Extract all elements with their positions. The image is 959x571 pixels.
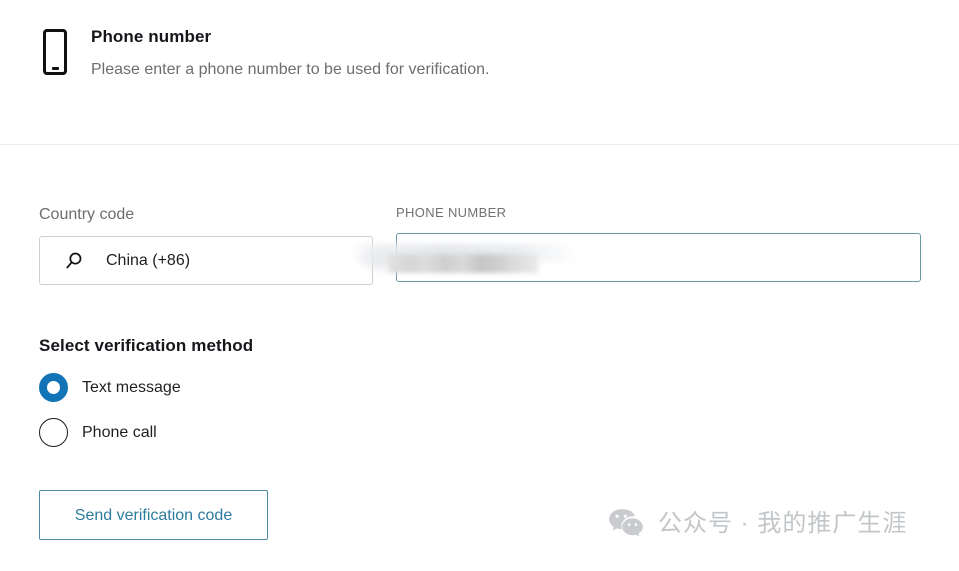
radio-label-phone-call: Phone call — [82, 423, 157, 441]
watermark: 公众号 · 我的推广生涯 — [608, 508, 907, 540]
fields-row: Country code China (+86) PHONE NUMBER — [39, 205, 929, 305]
verification-method-section: Select verification method Text message … — [39, 335, 253, 447]
country-code-field-group: Country code China (+86) — [39, 205, 373, 285]
mobile-phone-icon — [40, 29, 70, 75]
phone-icon-home-button — [52, 67, 59, 70]
phone-number-field-group: PHONE NUMBER — [350, 205, 921, 282]
radio-button-text-message[interactable] — [39, 373, 68, 402]
redaction-smudge-main — [388, 254, 538, 273]
radio-label-text-message: Text message — [82, 378, 181, 396]
phone-number-redaction-blur — [350, 240, 578, 276]
page-header: Phone number Please enter a phone number… — [0, 0, 959, 145]
country-code-label: Country code — [39, 206, 135, 223]
radio-button-phone-call[interactable] — [39, 418, 68, 447]
country-code-value: China (+86) — [106, 251, 191, 269]
phone-number-label: PHONE NUMBER — [396, 205, 507, 220]
watermark-text: 公众号 · 我的推广生涯 — [658, 510, 908, 537]
search-icon — [65, 252, 83, 270]
header-text-block: Phone number Please enter a phone number… — [91, 26, 489, 81]
page-title: Phone number — [91, 27, 212, 46]
country-code-input[interactable]: China (+86) — [39, 236, 373, 285]
redaction-smudge-upper — [350, 244, 578, 262]
radio-option-text-message[interactable]: Text message — [39, 373, 253, 402]
phone-number-input[interactable] — [350, 233, 921, 282]
header-content: Phone number Please enter a phone number… — [40, 26, 489, 81]
send-verification-code-button[interactable]: Send verification code — [39, 490, 268, 540]
radio-option-phone-call[interactable]: Phone call — [39, 418, 253, 447]
page-subtitle: Please enter a phone number to be used f… — [91, 61, 490, 78]
wechat-icon — [608, 508, 644, 540]
verification-method-title: Select verification method — [39, 336, 254, 355]
